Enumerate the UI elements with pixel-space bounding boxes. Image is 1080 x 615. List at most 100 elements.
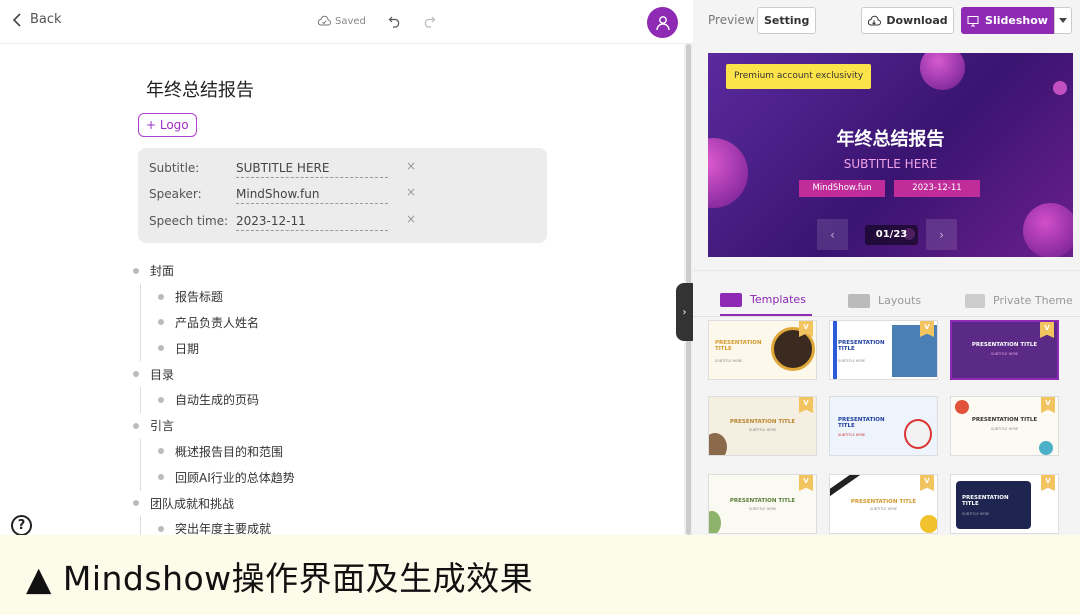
vip-tag: V xyxy=(799,475,813,491)
template-subtitle: SUBTITLE HERE xyxy=(990,427,1019,431)
bullet-dot xyxy=(158,345,164,352)
saved-status: Saved xyxy=(317,15,366,27)
caret-down-icon xyxy=(1059,18,1067,23)
template-thumbnail[interactable]: PRESENTATION TITLE SUBTITLE HERE V xyxy=(829,320,938,380)
outline-item[interactable]: 封面 xyxy=(133,258,553,284)
slide-preview[interactable]: Premium account exclusivity 年终总结报告 SUBTI… xyxy=(708,53,1073,257)
template-image xyxy=(904,419,932,449)
vip-tag: V xyxy=(799,397,813,413)
template-subtitle: SUBTITLE HERE xyxy=(748,507,777,511)
premium-badge[interactable]: Premium account exclusivity xyxy=(726,64,872,89)
outline-item[interactable]: 概述报告目的和范围 xyxy=(133,439,553,465)
tab-private-theme[interactable]: Private Theme xyxy=(965,285,1073,316)
download-button[interactable]: Download xyxy=(861,7,954,34)
subtitle-input[interactable]: SUBTITLE HERE xyxy=(236,161,388,178)
template-thumbnail[interactable]: PRESENTATION TITLE SUBTITLE HERE V xyxy=(708,474,817,534)
user-avatar-button[interactable] xyxy=(647,7,678,38)
clear-subtitle-icon[interactable]: × xyxy=(406,159,416,173)
document-title[interactable]: 年终总结报告 xyxy=(146,76,254,102)
next-slide-button[interactable]: › xyxy=(926,219,957,250)
subtitle-field: Subtitle: SUBTITLE HERE × xyxy=(149,158,539,180)
app-root: Back Saved 年终总结报告 + Logo Subtitle: SUBTI… xyxy=(0,0,1080,615)
undo-icon[interactable] xyxy=(388,14,402,28)
vip-tag: V xyxy=(920,475,934,491)
template-thumbnail[interactable]: PRESENTATION TITLE SUBTITLE HERE V xyxy=(950,320,1059,380)
redo-icon[interactable] xyxy=(422,14,436,28)
setting-button[interactable]: Setting xyxy=(757,7,817,34)
collapse-panel-button[interactable]: › xyxy=(676,283,693,341)
template-title: PRESENTATION TITLE xyxy=(838,340,885,352)
outline-item[interactable]: 自动生成的页码 xyxy=(133,387,553,413)
bullet-dot xyxy=(133,422,139,429)
clear-speaker-icon[interactable]: × xyxy=(406,185,416,199)
editor-pane: Back Saved 年终总结报告 + Logo Subtitle: SUBTI… xyxy=(0,0,693,535)
tab-templates[interactable]: Templates xyxy=(720,285,812,316)
outline-item[interactable]: 突出年度主要成就 xyxy=(133,516,553,535)
decor-sphere xyxy=(1023,203,1073,257)
template-thumbnail[interactable]: PRESENTATION TITLE SUBTITLE HERE V xyxy=(829,474,938,534)
outline-item[interactable]: 日期 xyxy=(133,335,553,361)
panel-tabs: Templates Layouts Private Theme xyxy=(693,285,1080,317)
outline-item-text: 自动生成的页码 xyxy=(175,393,260,408)
outline-item[interactable]: 回顾AI行业的总体趋势 xyxy=(133,464,553,490)
outline-item-text: 团队成就和挑战 xyxy=(150,496,235,511)
template-title: PRESENTATION TITLE xyxy=(850,499,917,505)
slideshow-button[interactable]: Slideshow xyxy=(961,7,1054,34)
outline-item[interactable]: 报告标题 xyxy=(133,284,553,310)
template-title: PRESENTATION TITLE xyxy=(962,495,1009,507)
outline-item-text: 封面 xyxy=(150,264,175,279)
outline-item-text: 突出年度主要成就 xyxy=(175,522,272,535)
outline-item[interactable]: 团队成就和挑战 xyxy=(133,490,553,516)
panel-divider xyxy=(693,270,1080,271)
outline-item[interactable]: 目录 xyxy=(133,361,553,387)
speaker-field: Speaker: MindShow.fun × xyxy=(149,184,539,206)
cloud-download-icon xyxy=(868,15,882,25)
bullet-dot xyxy=(133,267,139,274)
tab-label: Private Theme xyxy=(993,294,1073,307)
template-thumbnail[interactable]: PRESENTATION TITLE SUBTITLE HERE V xyxy=(708,320,817,380)
template-thumbnail[interactable]: PRESENTATION TITLE SUBTITLE HERE V xyxy=(708,396,817,456)
slideshow-dropdown-button[interactable] xyxy=(1054,7,1072,34)
bullet-dot xyxy=(158,293,164,300)
back-label: Back xyxy=(30,12,62,27)
add-logo-button[interactable]: + Logo xyxy=(138,113,197,137)
template-thumbnail[interactable]: PRESENTATION TITLE SUBTITLE HERE xyxy=(829,396,938,456)
outline-item[interactable]: 产品负责人姓名 xyxy=(133,310,553,336)
speech-time-field: Speech time: 2023-12-11 × xyxy=(149,211,539,233)
caption-bar: ▲ Mindshow操作界面及生成效果 xyxy=(0,535,1080,615)
caption-text: ▲ Mindshow操作界面及生成效果 xyxy=(26,559,534,598)
outline-item-text: 报告标题 xyxy=(175,290,224,305)
speaker-label: Speaker: xyxy=(149,187,202,201)
outline-item-text: 产品负责人姓名 xyxy=(175,315,260,330)
bullet-dot xyxy=(158,396,164,403)
bullet-dot xyxy=(158,525,164,532)
clear-speech-time-icon[interactable]: × xyxy=(406,212,416,226)
help-icon[interactable]: ? xyxy=(11,515,32,535)
presentation-icon xyxy=(967,15,979,26)
template-title: PRESENTATION TITLE xyxy=(971,342,1038,348)
cloud-check-icon xyxy=(317,15,331,26)
subtitle-label: Subtitle: xyxy=(149,161,200,175)
outline-item-text: 目录 xyxy=(150,367,175,382)
prev-slide-button[interactable]: ‹ xyxy=(817,219,848,250)
template-subtitle: SUBTITLE HERE xyxy=(838,433,866,437)
speech-time-input[interactable]: 2023-12-11 xyxy=(236,214,388,231)
template-thumbnail[interactable]: PRESENTATION TITLE SUBTITLE HERE V xyxy=(950,474,1059,534)
speech-time-label: Speech time: xyxy=(149,214,229,228)
page-indicator: 01/23 xyxy=(865,225,918,245)
template-decor xyxy=(709,511,721,533)
speaker-input[interactable]: MindShow.fun xyxy=(236,187,388,204)
tab-layouts[interactable]: Layouts xyxy=(848,285,921,316)
back-button[interactable]: Back xyxy=(12,12,62,27)
bullet-dot xyxy=(158,319,164,326)
outline-item[interactable]: 引言 xyxy=(133,413,553,439)
template-decor xyxy=(920,515,937,533)
template-thumbnail[interactable]: PRESENTATION TITLE SUBTITLE HERE V xyxy=(950,396,1059,456)
tab-label: Templates xyxy=(750,293,806,306)
editor-toolbar: Back Saved xyxy=(0,0,693,44)
template-title: PRESENTATION TITLE xyxy=(838,417,885,429)
template-stripe xyxy=(833,321,837,379)
template-decor xyxy=(709,433,727,455)
template-title: PRESENTATION TITLE xyxy=(715,340,762,352)
slide-speaker: MindShow.fun xyxy=(799,180,885,197)
